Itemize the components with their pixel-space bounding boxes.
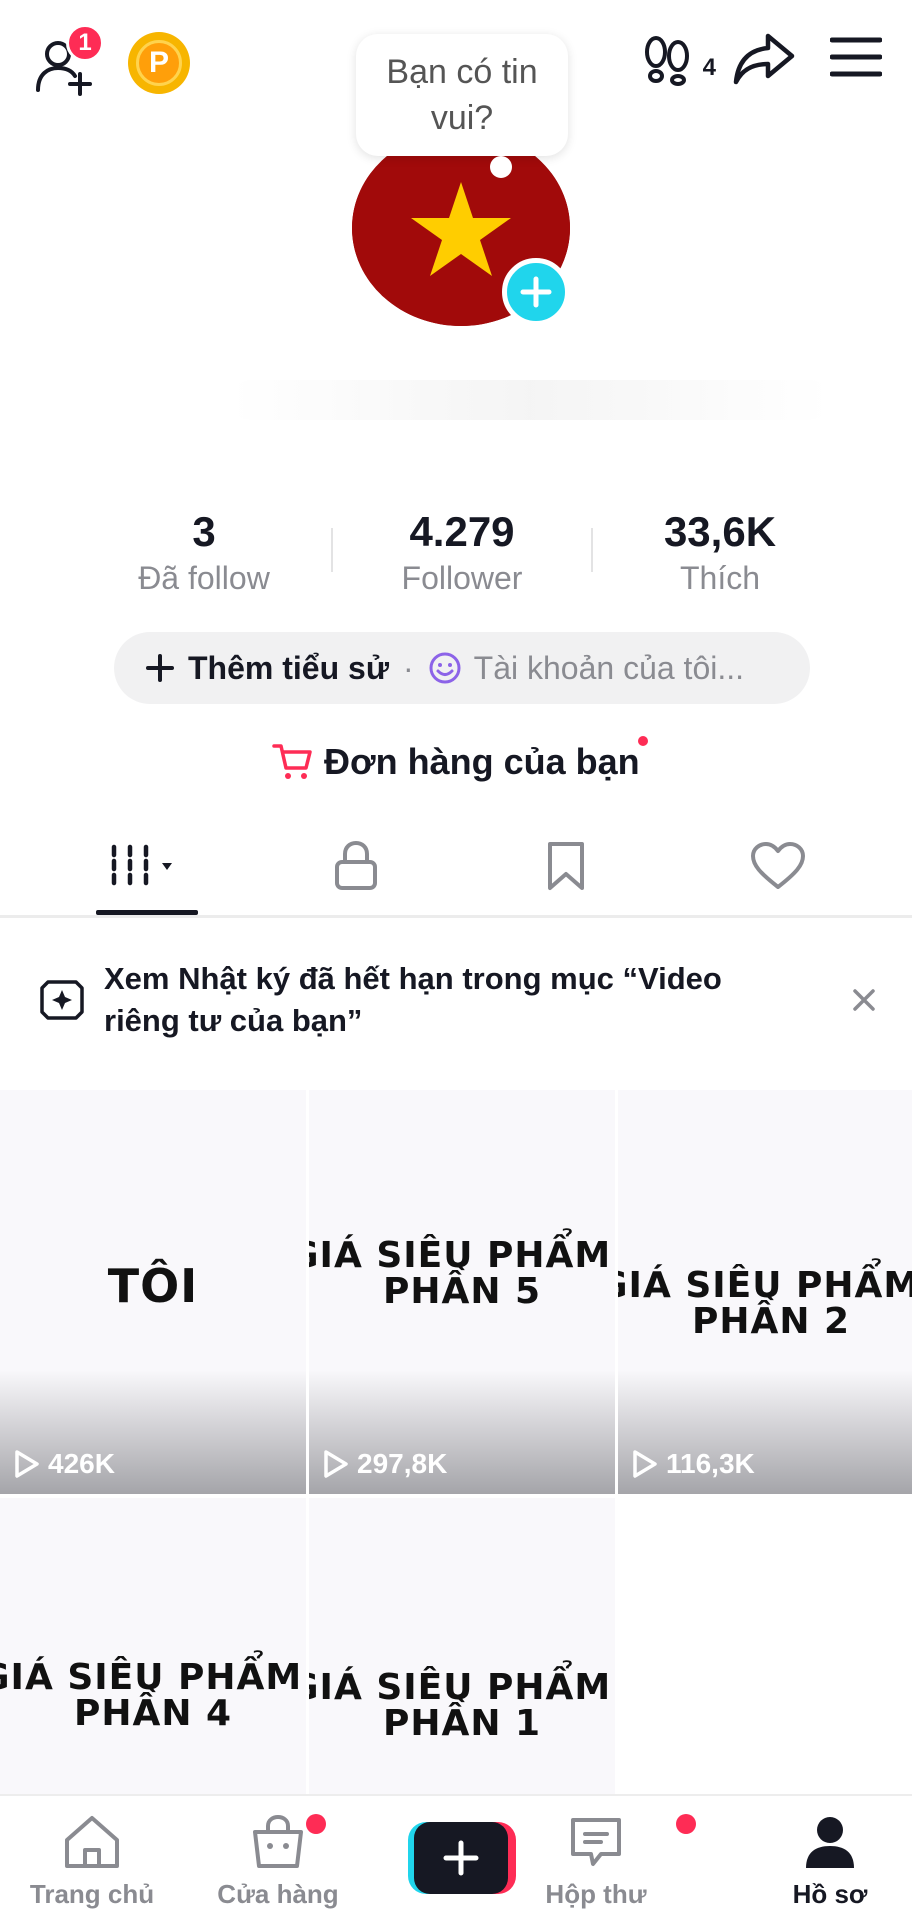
video-thumbnail[interactable]: GIÁ SIÊU PHẨM A PHẦN 2 116,3K	[618, 1090, 912, 1494]
video-title: GIÁ SIÊU PHẨM A PHẦN 5	[309, 1235, 612, 1312]
close-icon	[853, 989, 875, 1011]
home-icon	[65, 1816, 119, 1868]
hamburger-icon	[829, 37, 883, 77]
view-count: 297,8K	[323, 1448, 447, 1480]
view-count: 116,3K	[632, 1448, 755, 1480]
menu-button[interactable]	[829, 34, 883, 80]
nav-profile-label: Hồ sơ	[792, 1879, 868, 1909]
coin-icon: P	[136, 40, 182, 86]
heart-icon	[751, 842, 805, 889]
followers-count: 4.279	[409, 508, 515, 555]
video-title: GIÁ SIÊU PHẨM A PHẦN 4	[0, 1657, 303, 1734]
likes-label: Thích	[679, 560, 761, 596]
footprint-icon	[645, 36, 689, 86]
video-title: TÔI	[107, 1259, 199, 1313]
view-count-value: 426K	[48, 1448, 115, 1479]
footprint-count: 4	[702, 54, 716, 81]
video-thumbnail[interactable]: GIÁ SIÊU PHẨM A PHẦN 5 297,8K	[309, 1090, 615, 1494]
bio-separator: ·	[402, 649, 414, 686]
view-count-value: 116,3K	[666, 1448, 755, 1479]
share-button[interactable]	[732, 28, 796, 88]
plus-icon	[520, 276, 552, 308]
orders-badge-dot	[638, 736, 648, 746]
lock-icon	[335, 840, 377, 890]
shopping-bag-icon	[253, 1814, 303, 1868]
following-label: Đã follow	[138, 560, 270, 596]
inbox-icon	[571, 1818, 621, 1866]
play-icon	[324, 1450, 348, 1478]
play-icon	[633, 1450, 657, 1478]
status-bubble[interactable]: Bạn có tin vui?	[356, 34, 568, 156]
notification-badge: 1	[66, 24, 104, 62]
video-title: GIÁ SIÊU PHẨM A PHẦN 1	[309, 1667, 612, 1744]
stat-divider	[331, 528, 333, 572]
shop-badge-dot	[306, 1814, 326, 1834]
video-thumbnail[interactable]: GIÁ SIÊU PHẨM A PHẦN 1	[309, 1498, 615, 1794]
nav-shop-label: Cửa hàng	[217, 1879, 339, 1909]
tab-saved[interactable]	[506, 836, 626, 896]
plus-icon	[443, 1840, 479, 1876]
following-count: 3	[192, 508, 216, 555]
avatar-add-button[interactable]	[502, 258, 570, 326]
orders-link[interactable]: Đơn hàng của bạn	[272, 734, 640, 790]
profile-icon	[806, 1817, 854, 1868]
tab-liked[interactable]	[718, 836, 838, 896]
stat-following[interactable]: 3 Đã follow	[104, 506, 304, 598]
nav-profile[interactable]: Hồ sơ	[750, 1814, 910, 1910]
nav-home[interactable]: Trang chủ	[12, 1814, 172, 1910]
share-icon	[733, 33, 795, 85]
nav-inbox[interactable]: Hộp thư	[516, 1814, 696, 1910]
diary-banner-text[interactable]: Xem Nhật ký đã hết hạn trong mục “Video …	[104, 958, 804, 1042]
add-bio-button[interactable]: Thêm tiểu sử	[146, 650, 389, 687]
diary-icon	[38, 978, 86, 1027]
username-blurred	[230, 380, 830, 420]
account-link[interactable]: Tài khoản của tôi...	[428, 650, 744, 687]
cart-icon	[272, 744, 312, 779]
coin-button[interactable]: P	[128, 32, 190, 94]
create-button[interactable]	[408, 1822, 516, 1894]
plus-icon	[146, 654, 174, 682]
nav-home-label: Trang chủ	[29, 1879, 155, 1909]
video-thumbnail[interactable]: TÔI 426K	[0, 1090, 306, 1494]
nav-inbox-label: Hộp thư	[545, 1879, 647, 1909]
tab-divider	[0, 915, 912, 918]
orders-label: Đơn hàng của bạn	[324, 741, 640, 782]
followers-label: Follower	[401, 560, 523, 596]
video-thumbnail[interactable]: GIÁ SIÊU PHẨM A PHẦN 4	[0, 1498, 306, 1794]
banner-close-button[interactable]	[846, 982, 882, 1018]
stat-followers[interactable]: 4.279 Follower	[362, 506, 562, 598]
view-count: 426K	[14, 1448, 115, 1480]
nav-shop[interactable]: Cửa hàng	[198, 1814, 358, 1910]
add-friend-button[interactable]: 1	[32, 24, 112, 96]
profile-views-button[interactable]: 4	[640, 28, 716, 88]
tab-private[interactable]	[296, 836, 416, 896]
bookmark-icon	[548, 842, 584, 890]
view-count-value: 297,8K	[357, 1448, 448, 1479]
play-icon	[15, 1450, 39, 1478]
bio-pill[interactable]: Thêm tiểu sử · Tài khoản của tôi...	[114, 632, 810, 704]
smile-icon	[429, 652, 461, 684]
inbox-badge-dot	[676, 1814, 696, 1834]
stat-likes[interactable]: 33,6K Thích	[620, 506, 820, 598]
bubble-tail	[490, 156, 512, 178]
video-title: GIÁ SIÊU PHẨM A PHẦN 2	[618, 1265, 912, 1342]
tab-videos[interactable]	[88, 836, 208, 896]
grid-icon	[111, 844, 172, 888]
stat-divider	[591, 528, 593, 572]
add-bio-label: Thêm tiểu sử	[188, 649, 389, 686]
account-label: Tài khoản của tôi...	[473, 649, 745, 686]
likes-count: 33,6K	[663, 508, 777, 555]
